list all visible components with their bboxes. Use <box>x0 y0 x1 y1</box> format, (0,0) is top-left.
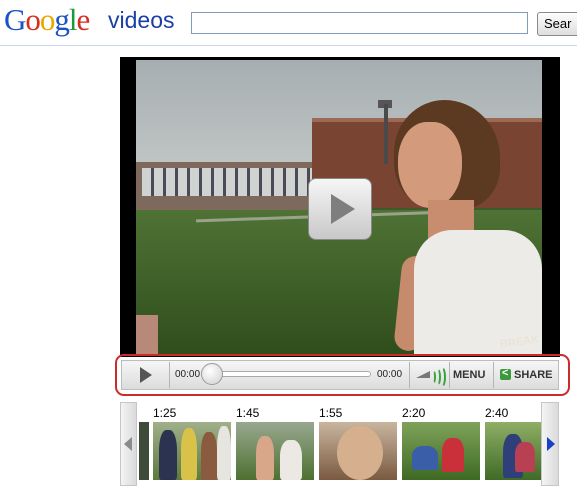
thumbnail-time: 1:25 <box>153 406 177 420</box>
play-icon <box>331 194 355 224</box>
thumb-figure <box>337 426 383 480</box>
play-icon <box>140 367 152 383</box>
thumb-figure <box>412 446 438 470</box>
search-input[interactable] <box>191 12 528 34</box>
logo-letter: o <box>39 2 55 37</box>
thumbnail-time: 1:45 <box>236 406 260 420</box>
logo-letter: o <box>25 2 40 37</box>
thumbnail-time: 2:40 <box>485 406 509 420</box>
control-separator <box>409 362 410 388</box>
thumbnail[interactable] <box>402 422 480 480</box>
google-logo[interactable]: Google <box>4 2 91 37</box>
speaker-icon <box>416 371 430 378</box>
volume-button[interactable] <box>414 364 446 388</box>
play-button[interactable] <box>126 363 168 387</box>
video-windows <box>142 168 312 196</box>
share-icon <box>500 367 511 380</box>
control-separator <box>449 362 450 388</box>
thumbnail-time: 1:55 <box>319 406 343 420</box>
filmstrip-partial-thumbnail <box>139 422 149 480</box>
thumbnail[interactable] <box>485 422 541 480</box>
video-lamp-post <box>384 104 388 164</box>
thumbnail[interactable] <box>236 422 314 480</box>
control-separator <box>169 362 170 388</box>
video-person-face <box>398 122 462 208</box>
current-time: 00:00 <box>175 369 201 380</box>
thumb-figure <box>280 440 302 480</box>
menu-button[interactable]: MENU <box>453 369 485 381</box>
video-edge-figure <box>136 315 158 356</box>
filmstrip-next-button[interactable] <box>541 402 559 486</box>
duration-time: 00:00 <box>377 369 403 380</box>
share-button[interactable]: SHARE <box>514 369 553 381</box>
chevron-right-icon <box>547 437 555 451</box>
thumb-figure <box>256 436 274 480</box>
logo-subtitle: videos <box>108 7 175 33</box>
thumb-figure <box>217 426 231 480</box>
seek-bar[interactable] <box>206 371 371 377</box>
thumb-figure <box>159 430 177 480</box>
thumb-figure <box>181 428 197 480</box>
video-player[interactable]: BREAK <box>120 57 560 357</box>
chevron-left-icon <box>124 437 132 451</box>
volume-wave-icon <box>437 366 446 388</box>
search-button[interactable]: Sear <box>537 12 577 36</box>
thumbnail[interactable] <box>153 422 231 480</box>
thumb-figure <box>515 442 535 472</box>
header-divider <box>0 45 577 46</box>
logo-letter: G <box>4 2 26 37</box>
logo-letter: g <box>54 2 69 37</box>
logo-letter: l <box>68 2 78 37</box>
control-separator <box>493 362 494 388</box>
big-play-button[interactable] <box>308 178 372 240</box>
filmstrip-prev-button[interactable] <box>120 402 137 486</box>
thumb-figure <box>201 432 217 480</box>
logo-letter: e <box>76 2 91 37</box>
thumb-figure <box>442 438 464 472</box>
thumbnail-time: 2:20 <box>402 406 426 420</box>
seek-thumb[interactable] <box>201 363 223 385</box>
thumbnail[interactable] <box>319 422 397 480</box>
